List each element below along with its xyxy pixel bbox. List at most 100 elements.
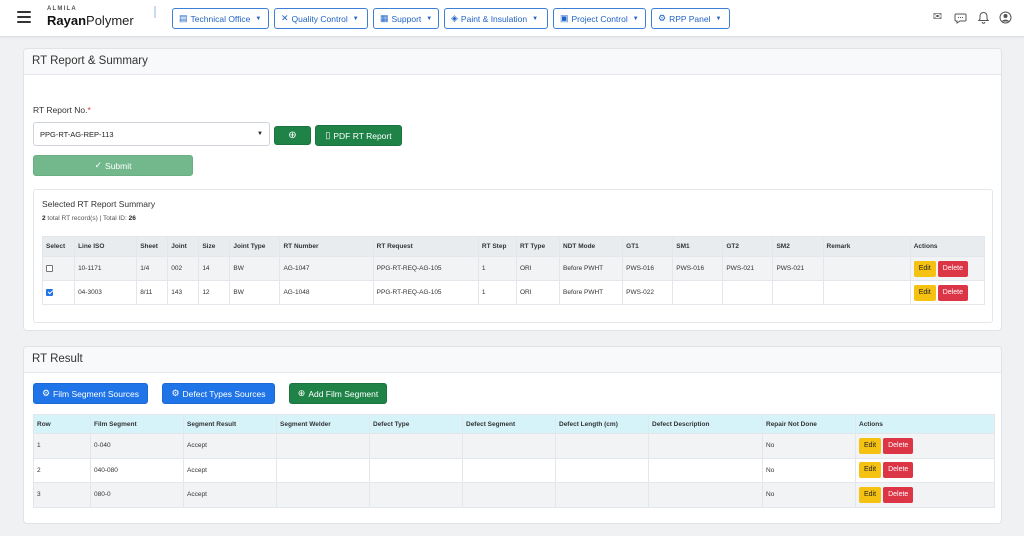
row-select-checkbox[interactable] bbox=[46, 264, 53, 272]
nav-project-control[interactable]: ▣ Project Control ▼ bbox=[553, 8, 646, 29]
paint-bucket-icon: ◈ bbox=[451, 13, 458, 23]
button-label: Add Film Segment bbox=[308, 388, 379, 399]
rt-report-summary-card: RT Report & Summary RT Report No.* PPG-R… bbox=[23, 48, 1002, 331]
cell-sm1 bbox=[672, 280, 724, 305]
rt-summary-table: Select Line ISO Sheet Joint Size Joint T… bbox=[41, 236, 986, 305]
cell-gt2: PWS-021 bbox=[722, 256, 774, 281]
add-film-segment-button[interactable]: ⊕ Add Film Segment bbox=[289, 383, 387, 404]
column-header: Joint bbox=[167, 236, 200, 257]
column-header: Segment Result bbox=[183, 414, 277, 434]
cell-remark bbox=[822, 256, 911, 281]
chevron-down-icon: ▼ bbox=[426, 15, 433, 22]
cell-row: 3 bbox=[33, 482, 91, 508]
column-header: Defect Type bbox=[369, 414, 463, 434]
cell-defect-segment bbox=[462, 482, 556, 508]
cell-defect-description bbox=[648, 433, 763, 459]
delete-button[interactable]: Delete bbox=[937, 284, 968, 301]
cell-segment-result: Accept bbox=[183, 433, 277, 459]
actions-cell: Edit Delete bbox=[909, 280, 986, 305]
select-cell bbox=[41, 256, 76, 281]
column-header: Size bbox=[198, 236, 231, 257]
edit-button[interactable]: Edit bbox=[859, 462, 882, 479]
document-icon: ▤ bbox=[179, 13, 188, 23]
nav-label: Paint & Insulation bbox=[460, 13, 528, 24]
nav-support[interactable]: ▦ Support ▼ bbox=[373, 8, 439, 29]
brand-logo[interactable]: ALMILA RayanPolymer bbox=[47, 6, 134, 29]
column-header: Actions bbox=[909, 236, 986, 257]
submit-button[interactable]: ✓ Submit bbox=[33, 155, 193, 176]
nav-technical-office[interactable]: ▤ Technical Office ▼ bbox=[172, 8, 269, 29]
nav-label: Technical Office bbox=[190, 13, 251, 24]
cell-row: 1 bbox=[33, 433, 91, 459]
cell-rt-number: AG-1047 bbox=[279, 256, 374, 281]
cell-segment-result: Accept bbox=[183, 457, 277, 483]
cell-line-iso: 04-3003 bbox=[74, 280, 138, 305]
bell-icon[interactable] bbox=[977, 11, 990, 24]
delete-button[interactable]: Delete bbox=[883, 437, 914, 454]
column-header: Actions bbox=[855, 414, 995, 434]
delete-button[interactable]: Delete bbox=[937, 260, 968, 277]
report-no-value: PPG-RT-AG-REP-113 bbox=[40, 129, 114, 139]
report-no-select[interactable]: PPG-RT-AG-REP-113 ▼ bbox=[33, 122, 270, 146]
cell-sm2 bbox=[772, 280, 824, 305]
nav-paint-insulation[interactable]: ◈ Paint & Insulation ▼ bbox=[444, 8, 548, 29]
cell-joint: 002 bbox=[167, 256, 200, 281]
add-report-button[interactable]: ⊕ bbox=[274, 126, 311, 145]
nav-rpp-panel[interactable]: ⚙ RPP Panel ▼ bbox=[651, 8, 730, 29]
mail-icon[interactable]: ✉ bbox=[931, 11, 944, 24]
actions-cell: Edit Delete bbox=[909, 256, 986, 281]
button-label: Film Segment Sources bbox=[53, 388, 140, 399]
column-header: Defect Segment bbox=[462, 414, 556, 434]
cell-defect-type bbox=[369, 457, 463, 483]
delete-button[interactable]: Delete bbox=[883, 486, 914, 503]
cell-ndt-mode: Before PWHT bbox=[559, 280, 624, 305]
delete-button[interactable]: Delete bbox=[883, 462, 914, 479]
cell-defect-length bbox=[555, 457, 649, 483]
cell-rt-type: ORI bbox=[515, 280, 561, 305]
edit-button[interactable]: Edit bbox=[913, 284, 936, 301]
cell-defect-length bbox=[555, 482, 649, 508]
pdf-file-icon: ▯ bbox=[325, 130, 331, 140]
tools-icon: ✕ bbox=[281, 13, 289, 23]
report-summary-panel: Selected RT Report Summary 2 total RT re… bbox=[33, 189, 993, 323]
edit-button[interactable]: Edit bbox=[859, 437, 882, 454]
nav-label: Quality Control bbox=[291, 13, 348, 24]
summary-stats: 2 total RT record(s) | Total ID: 26 bbox=[42, 215, 136, 222]
chevron-down-icon: ▼ bbox=[632, 15, 639, 22]
edit-button[interactable]: Edit bbox=[913, 260, 936, 277]
nav-quality-control[interactable]: ✕ Quality Control ▼ bbox=[274, 8, 368, 29]
row-select-checkbox[interactable] bbox=[46, 288, 53, 296]
plus-circle-icon: ⊕ bbox=[297, 388, 306, 398]
chevron-down-icon: ▼ bbox=[532, 15, 539, 22]
column-header: SM1 bbox=[672, 236, 724, 257]
user-account-icon[interactable] bbox=[999, 11, 1012, 24]
pdf-rt-report-button[interactable]: ▯ PDF RT Report bbox=[315, 125, 402, 146]
cell-rt-request: PPG-RT-REQ-AG-105 bbox=[372, 280, 479, 305]
cell-defect-segment bbox=[462, 433, 556, 459]
cell-rt-type: ORI bbox=[515, 256, 561, 281]
button-label: Defect Types Sources bbox=[182, 388, 266, 399]
cell-sm2: PWS-021 bbox=[772, 256, 824, 281]
gear-icon: ⚙ bbox=[658, 13, 667, 23]
column-header: RT Request bbox=[372, 236, 479, 257]
cell-segment-welder bbox=[276, 457, 370, 483]
cell-defect-description bbox=[648, 482, 763, 508]
column-header: RT Type bbox=[515, 236, 561, 257]
film-segment-sources-button[interactable]: ⚙ Film Segment Sources bbox=[33, 383, 148, 404]
cell-segment-result: Accept bbox=[183, 482, 277, 508]
column-header: RT Step bbox=[477, 236, 517, 257]
cell-defect-description bbox=[648, 457, 763, 483]
column-header: Repair Not Done bbox=[762, 414, 856, 434]
nav-label: Support bbox=[391, 13, 422, 24]
cell-segment-welder bbox=[276, 482, 370, 508]
chat-icon[interactable] bbox=[954, 11, 967, 24]
actions-cell: Edit Delete bbox=[855, 433, 995, 459]
actions-cell: Edit Delete bbox=[855, 482, 995, 508]
hamburger-menu-icon[interactable] bbox=[17, 11, 31, 23]
defect-types-sources-button[interactable]: ⚙ Defect Types Sources bbox=[162, 383, 275, 404]
plus-circle-icon: ⊕ bbox=[288, 130, 297, 141]
chevron-down-icon: ▼ bbox=[352, 15, 359, 22]
edit-button[interactable]: Edit bbox=[859, 486, 882, 503]
column-header: RT Number bbox=[279, 236, 374, 257]
gear-icon: ⚙ bbox=[171, 388, 180, 398]
